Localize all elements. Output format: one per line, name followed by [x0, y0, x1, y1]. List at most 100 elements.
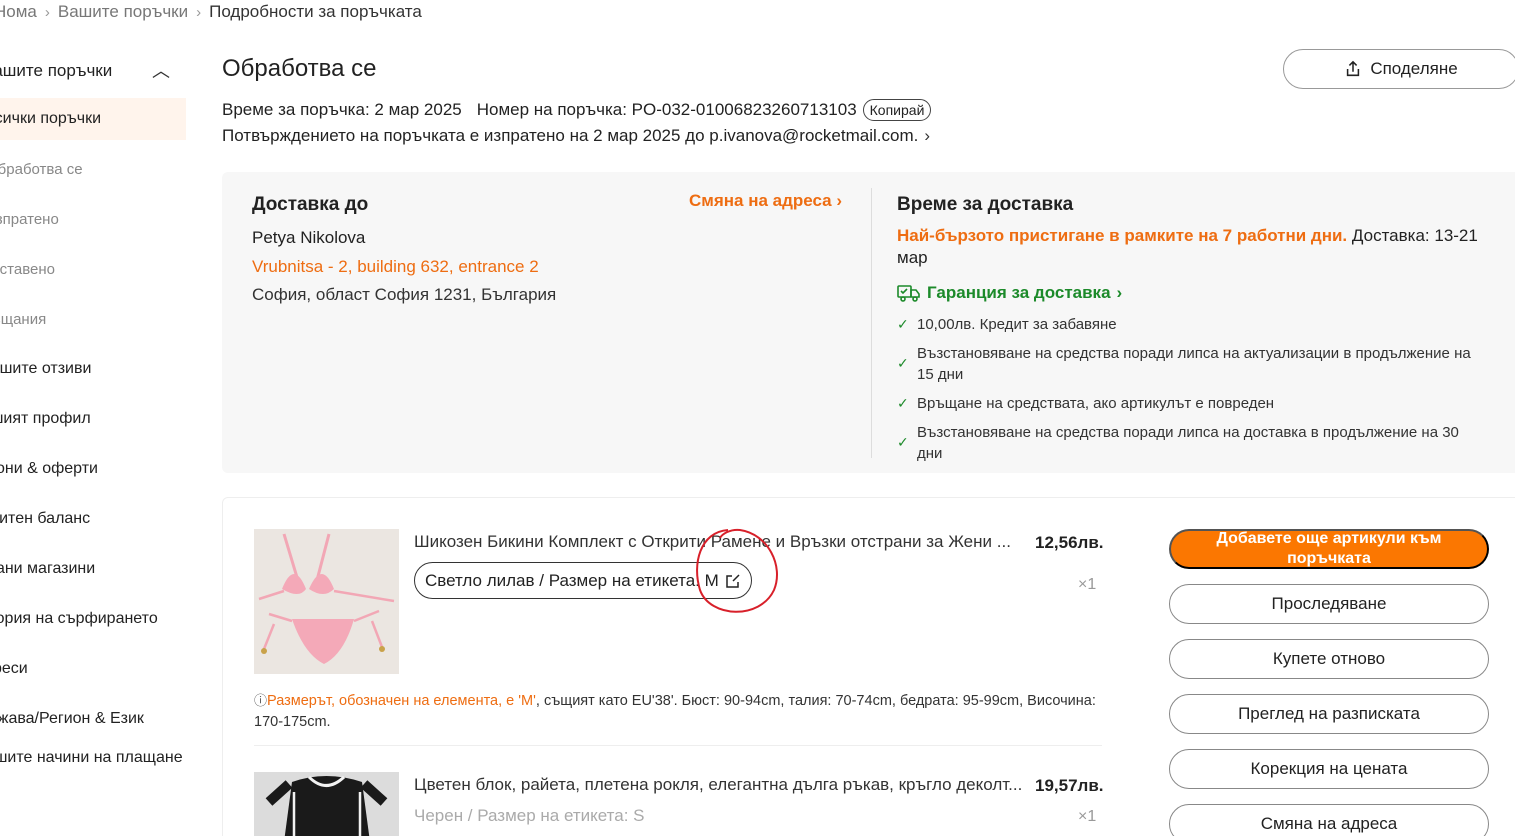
fastest-arrival: Най-бързото пристигане в рамките на 7 ра… [897, 226, 1348, 245]
add-more-items-button[interactable]: Добавете още артикули към поръчката [1169, 529, 1489, 569]
product-title[interactable]: Цветен блок, райета, плетена рокля, елег… [414, 775, 1026, 795]
guarantee-item: ✓ Връщане на средствата, ако артикулът е … [897, 393, 1487, 414]
order-number: PO-032-01006823260713103 [631, 100, 857, 119]
recipient-name: Petya Nikolova [252, 228, 366, 247]
sidebar-item-label: Вашите отзиви [0, 360, 92, 377]
product-quantity: ×1 [1078, 808, 1097, 825]
product-price: 12,56лв. [1035, 533, 1104, 552]
check-icon: ✓ [897, 395, 909, 411]
sidebar-item-payment-methods[interactable]: Вашите начини на плащане [0, 744, 186, 804]
breadcrumb-home[interactable]: Нома [0, 2, 37, 21]
chevron-right-icon: › [44, 4, 50, 21]
product-quantity: ×1 [1078, 576, 1097, 593]
delivery-time-title: Време за доставка [897, 194, 1074, 215]
product-image-dress[interactable] [254, 772, 399, 836]
chevron-right-icon: › [924, 126, 931, 145]
size-note: ⓘРазмерът, обозначен на елемента, е 'M',… [254, 690, 1104, 733]
product-title[interactable]: Шикозен Бикини Комплект с Открити Рамене… [414, 532, 1026, 552]
delivery-guarantee-link[interactable]: Гаранция за доставка › [897, 283, 1122, 303]
delivery-panel: Доставка до Смяна на адреса › Petya Niko… [222, 172, 1515, 473]
sidebar-item-label: Изпратено [0, 210, 59, 228]
order-meta: Време за поръчка: 2 мар 2025 Номер на по… [222, 99, 932, 121]
sidebar-group-label: Вашите поръчки [0, 61, 113, 80]
breadcrumb: Нома › Вашите поръчки › Подробности за поръч… [0, 2, 422, 22]
sidebar-item-processing[interactable]: Обработва се [0, 144, 186, 194]
sidebar-item-delivered[interactable]: Доставено [0, 244, 186, 294]
confirmation-link[interactable]: Потвърждението на поръчката е изпратено … [222, 126, 930, 146]
order-status-title: Обработва се [222, 55, 377, 82]
sidebar-item-returns[interactable]: Връщания [0, 294, 186, 344]
panel-divider [871, 188, 872, 458]
info-icon: ⓘ [254, 693, 268, 708]
check-icon: ✓ [897, 434, 909, 450]
change-address-button[interactable]: Смяна на адреса [1169, 804, 1489, 836]
buy-again-button[interactable]: Купете отново [1169, 639, 1489, 679]
guarantee-item: ✓ Възстановяване на средства поради липса… [897, 422, 1487, 464]
share-button[interactable]: Споделяне [1283, 49, 1515, 89]
sidebar-item-addresses[interactable]: Адреси [0, 644, 186, 694]
edit-icon [726, 573, 740, 588]
confirmation-text: Потвърждението на поръчката е изпратено … [222, 126, 919, 145]
sidebar-item-coupons[interactable]: Купони & оферти [0, 444, 186, 494]
guarantee-item: ✓ 10,00лв. Кредит за забавяне [897, 314, 1487, 335]
copy-button[interactable]: Копирай [862, 99, 932, 121]
change-address-link[interactable]: Смяна на адреса › [689, 191, 842, 211]
guarantee-text: 10,00лв. Кредит за забавяне [917, 316, 1117, 333]
share-label: Споделяне [1370, 59, 1458, 78]
truck-icon [897, 285, 920, 302]
variant-label: Светло лилав / Размер на етикета: M [425, 570, 719, 590]
sidebar-item-label: Вашите начини на плащане [0, 749, 183, 766]
check-icon: ✓ [897, 355, 909, 371]
breadcrumb-current: Подробности за поръчката [209, 2, 422, 21]
breadcrumb-orders[interactable]: Вашите поръчки [58, 2, 188, 21]
sidebar-item-reviews[interactable]: Вашите отзиви [0, 344, 186, 394]
sidebar-item-label: Доставено [0, 260, 55, 278]
sidebar-item-browsing-history[interactable]: История на сърфирането [0, 594, 186, 644]
view-receipt-button[interactable]: Преглед на разписката [1169, 694, 1489, 734]
sidebar-item-label: Обработва се [0, 160, 83, 178]
sidebar-item-label: Връщания [0, 310, 47, 328]
sidebar: Вашите поръчки ︿ Всички поръчки Обработв… [0, 48, 186, 804]
guarantee-list: ✓ 10,00лв. Кредит за забавяне ✓ Възстановя… [897, 314, 1487, 472]
delivery-time-info: Най-бързото пристигане в рамките на 7 ра… [897, 225, 1487, 269]
guarantee-item: ✓ Възстановяване на средства поради липса… [897, 343, 1487, 385]
product-image-bikini[interactable] [254, 529, 399, 674]
chevron-right-icon: › [836, 191, 843, 210]
sidebar-item-label: Кредитен баланс [0, 510, 91, 527]
ship-to-title: Доставка до [252, 194, 369, 215]
sidebar-item-credit-balance[interactable]: Кредитен баланс [0, 494, 186, 544]
sidebar-item-label: Купони & оферти [0, 460, 98, 477]
order-time-label: Време за поръчка: [222, 100, 370, 119]
variant-selector[interactable]: Светло лилав / Размер на етикета: M [414, 562, 752, 599]
item-divider [254, 745, 1102, 746]
guarantee-label: Гаранция за доставка [927, 283, 1111, 302]
guarantee-text: Връщане на средствата, ако артикулът е п… [917, 395, 1275, 412]
sidebar-item-country-language[interactable]: Държава/Регион & Език [0, 694, 186, 744]
sidebar-item-profile[interactable]: Вашият профил [0, 394, 186, 444]
sidebar-item-shipped[interactable]: Изпратено [0, 194, 186, 244]
sidebar-item-all-orders[interactable]: Всички поръчки [0, 98, 186, 140]
sidebar-item-followed-stores[interactable]: Последвани магазини [0, 544, 186, 594]
guarantee-text: Възстановяване на средства поради липса … [917, 424, 1459, 462]
price-adjustment-button[interactable]: Корекция на цената [1169, 749, 1489, 789]
chevron-up-icon: ︿ [152, 61, 170, 81]
order-number-label: Номер на поръчка: [476, 100, 627, 119]
product-price: 19,57лв. [1035, 776, 1104, 795]
track-button[interactable]: Проследяване [1169, 584, 1489, 624]
order-time: 2 мар 2025 [374, 100, 462, 119]
size-note-highlight: Размерът, обозначен на елемента, е 'M' [267, 693, 536, 709]
dress-illustration [254, 772, 399, 836]
sidebar-item-label: История на сърфирането [0, 610, 158, 627]
recipient-street: Vrubnitsa - 2, building 632, entrance 2 [252, 257, 539, 276]
chevron-right-icon: › [1116, 283, 1123, 302]
sidebar-item-label: Адреси [0, 660, 28, 677]
variant-label: Черен / Размер на етикета: S [414, 806, 645, 825]
sidebar-item-label: Всички поръчки [0, 110, 102, 127]
sidebar-item-label: Вашият профил [0, 410, 91, 427]
sidebar-group-orders[interactable]: Вашите поръчки ︿ [0, 48, 186, 94]
sidebar-item-label: Последвани магазини [0, 560, 96, 577]
add-more-label: Добавете още артикули към поръчката [1216, 530, 1442, 567]
check-icon: ✓ [897, 316, 909, 332]
guarantee-text: Възстановяване на средства поради липса … [917, 345, 1471, 383]
change-address-label: Смяна на адреса [689, 191, 832, 210]
